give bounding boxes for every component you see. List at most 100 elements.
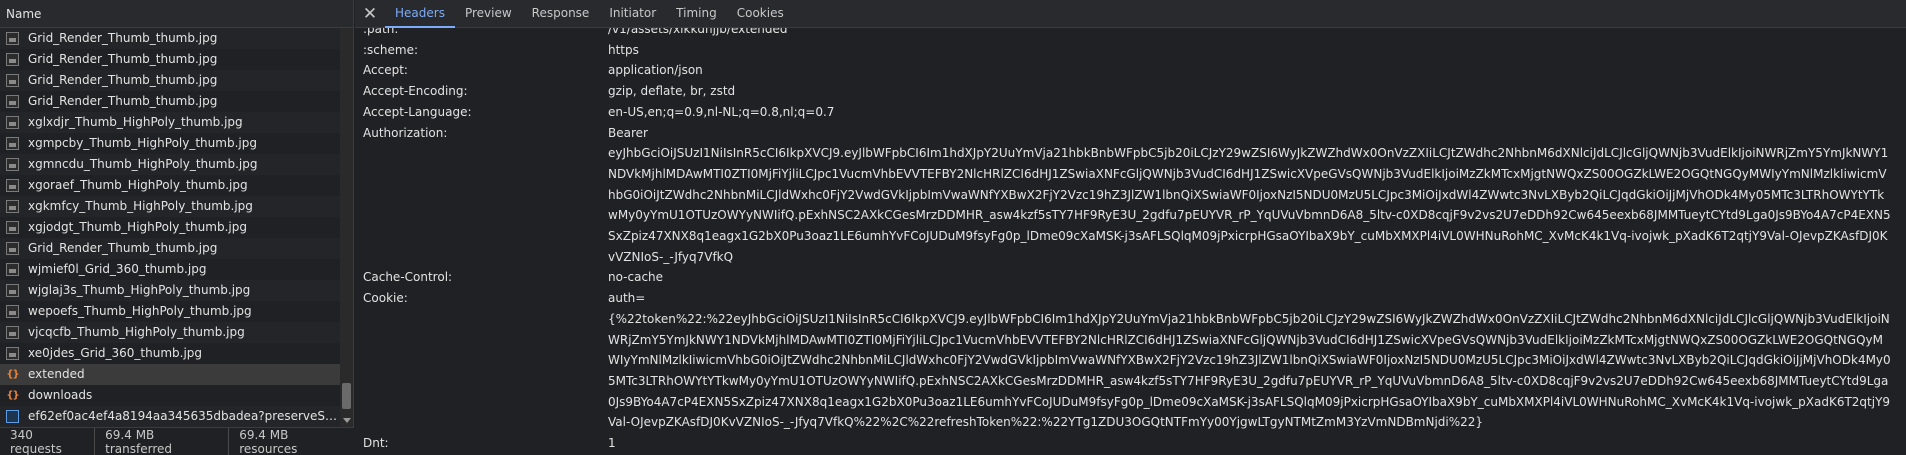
request-name: xe0jdes_Grid_360_thumb.jpg	[28, 346, 203, 360]
header-row: Dnt: 1	[355, 433, 1906, 454]
header-value: 1	[608, 436, 616, 451]
tab-timing[interactable]: Timing	[666, 0, 727, 28]
image-file-icon	[6, 137, 19, 150]
header-name: :path:	[363, 28, 399, 36]
tab-initiator[interactable]: Initiator	[599, 0, 666, 28]
headers-list: :path: /v1/assets/xlkkdnjjb/extended :sche…	[355, 28, 1906, 454]
request-name: xgmncdu_Thumb_HighPoly_thumb.jpg	[28, 157, 258, 171]
request-details-panel: ✕ Headers Preview Response Initiator Timing C…	[355, 0, 1906, 455]
request-name: downloads	[28, 388, 93, 402]
close-icon[interactable]: ✕	[355, 0, 385, 28]
tab-cookies[interactable]: Cookies	[727, 0, 794, 28]
tab-response[interactable]: Response	[522, 0, 600, 28]
image-file-icon	[6, 305, 19, 318]
network-status-bar: 340 requests 69.4 MB transferred 69.4 MB…	[0, 427, 354, 455]
header-value: https	[608, 42, 639, 57]
request-row[interactable]: xgoraef_Thumb_HighPoly_thumb.jpg	[0, 175, 340, 196]
header-row: :scheme: https	[355, 40, 1906, 61]
image-file-icon	[6, 32, 19, 45]
request-row[interactable]: xgmpcby_Thumb_HighPoly_thumb.jpg	[0, 133, 340, 154]
resources-size: 69.4 MB resources	[239, 427, 298, 455]
header-row: :path: /v1/assets/xlkkdnjjb/extended	[355, 28, 1906, 40]
request-name: xgjodgt_Thumb_HighPoly_thumb.jpg	[28, 220, 247, 234]
image-file-icon	[6, 74, 19, 87]
header-row: Cache-Control: no-cache	[355, 267, 1906, 288]
header-row: Cookie: auth= {%22token%22:%22eyJhbGciOiJ…	[355, 288, 1906, 433]
header-name: :scheme:	[363, 42, 418, 57]
header-row: Accept: application/json	[355, 60, 1906, 81]
scrollbar-thumb[interactable]	[342, 383, 351, 409]
request-row[interactable]: Grid_Render_Thumb_thumb.jpg	[0, 49, 340, 70]
request-name: Grid_Render_Thumb_thumb.jpg	[28, 94, 218, 108]
request-list-scrollbar[interactable]	[340, 28, 353, 427]
transferred-size: 69.4 MB transferred	[95, 427, 230, 455]
header-name: Dnt:	[363, 436, 389, 451]
request-row[interactable]: wepoefs_Thumb_HighPoly_thumb.jpg	[0, 301, 340, 322]
name-column-header[interactable]: Name	[0, 0, 353, 28]
request-name: Grid_Render_Thumb_thumb.jpg	[28, 241, 218, 255]
header-value: application/json	[608, 63, 703, 78]
header-name: Cache-Control:	[363, 270, 453, 285]
request-name: Grid_Render_Thumb_thumb.jpg	[28, 31, 218, 45]
xhr-icon: {}	[6, 369, 19, 380]
request-row[interactable]: Grid_Render_Thumb_thumb.jpg	[0, 28, 340, 49]
request-name: xgoraef_Thumb_HighPoly_thumb.jpg	[28, 178, 248, 192]
request-row[interactable]: {} extended	[0, 364, 340, 385]
header-row: Accept-Encoding: gzip, deflate, br, zstd	[355, 81, 1906, 102]
request-name: Grid_Render_Thumb_thumb.jpg	[28, 73, 218, 87]
request-row[interactable]: vjcqcfb_Thumb_HighPoly_thumb.jpg	[0, 322, 340, 343]
request-list-panel: Name Grid_Render_Thumb_thumb.jpg Grid_Ren…	[0, 0, 354, 455]
image-file-icon	[6, 200, 19, 213]
request-row[interactable]: Grid_Render_Thumb_thumb.jpg	[0, 238, 340, 259]
tab-headers[interactable]: Headers	[385, 0, 455, 28]
header-name: Accept-Encoding:	[363, 84, 468, 99]
request-row[interactable]: wjglaj3s_Thumb_HighPoly_thumb.jpg	[0, 280, 340, 301]
tab-preview[interactable]: Preview	[455, 0, 522, 28]
request-name: wjglaj3s_Thumb_HighPoly_thumb.jpg	[28, 283, 251, 297]
request-row[interactable]: xe0jdes_Grid_360_thumb.jpg	[0, 343, 340, 364]
document-icon	[6, 410, 19, 423]
image-file-icon	[6, 53, 19, 66]
header-name: Cookie:	[363, 291, 408, 306]
header-value: Bearer eyJhbGciOiJSUzI1NiIsInR5cCI6IkpXV…	[608, 125, 1891, 264]
image-file-icon	[6, 179, 19, 192]
header-row: Authorization: Bearer eyJhbGciOiJSUzI1NiI…	[355, 123, 1906, 268]
header-value: auth= {%22token%22:%22eyJhbGciOiJSUzI1Ni…	[608, 291, 1891, 430]
request-row[interactable]: {} downloads	[0, 385, 340, 406]
request-row[interactable]: ef62ef0ac4ef4a8194aa345635dbadea?preserv…	[0, 406, 340, 427]
xhr-icon: {}	[6, 390, 19, 401]
request-count: 340 requests	[0, 427, 96, 455]
image-file-icon	[6, 263, 19, 276]
request-list: Grid_Render_Thumb_thumb.jpg Grid_Render_T…	[0, 28, 340, 427]
details-tabs: Headers Preview Response Initiator Timing Coo…	[385, 0, 794, 28]
header-name: Accept-Language:	[363, 104, 472, 119]
request-row[interactable]: xglxdjr_Thumb_HighPoly_thumb.jpg	[0, 112, 340, 133]
headers-scrollbar[interactable]	[1892, 28, 1906, 455]
request-name: xglxdjr_Thumb_HighPoly_thumb.jpg	[28, 115, 243, 129]
header-value: en-US,en;q=0.9,nl-NL;q=0.8,nl;q=0.7	[608, 104, 835, 119]
request-name: ef62ef0ac4ef4a8194aa345635dbadea?preserv…	[28, 409, 340, 423]
header-value: gzip, deflate, br, zstd	[608, 84, 736, 99]
request-row[interactable]: Grid_Render_Thumb_thumb.jpg	[0, 70, 340, 91]
header-row: Accept-Language: en-US,en;q=0.9,nl-NL;q=0…	[355, 102, 1906, 123]
request-row[interactable]: xgmncdu_Thumb_HighPoly_thumb.jpg	[0, 154, 340, 175]
request-headers-section: :path: /v1/assets/xlkkdnjjb/extended :sche…	[355, 28, 1906, 455]
image-file-icon	[6, 347, 19, 360]
scroll-down-arrow-icon[interactable]	[343, 418, 351, 423]
request-name: xgmpcby_Thumb_HighPoly_thumb.jpg	[28, 136, 257, 150]
name-column-label: Name	[6, 7, 42, 21]
image-file-icon	[6, 116, 19, 129]
request-row[interactable]: Grid_Render_Thumb_thumb.jpg	[0, 91, 340, 112]
header-name: Accept:	[363, 63, 408, 78]
request-row[interactable]: wjmief0l_Grid_360_thumb.jpg	[0, 259, 340, 280]
image-file-icon	[6, 221, 19, 234]
image-file-icon	[6, 326, 19, 339]
request-name: extended	[28, 367, 85, 381]
request-name: wjmief0l_Grid_360_thumb.jpg	[28, 262, 207, 276]
request-row[interactable]: xgkmfcy_Thumb_HighPoly_thumb.jpg	[0, 196, 340, 217]
request-row[interactable]: xgjodgt_Thumb_HighPoly_thumb.jpg	[0, 217, 340, 238]
request-name: wepoefs_Thumb_HighPoly_thumb.jpg	[28, 304, 252, 318]
header-value: /v1/assets/xlkkdnjjb/extended	[608, 28, 788, 36]
header-value: no-cache	[608, 270, 664, 285]
image-file-icon	[6, 242, 19, 255]
